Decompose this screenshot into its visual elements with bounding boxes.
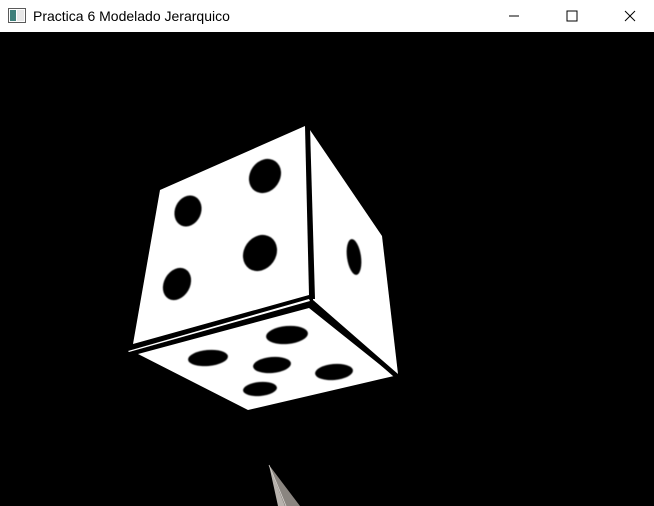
maximize-icon (566, 10, 578, 22)
opengl-viewport[interactable] (0, 32, 654, 506)
title-bar[interactable]: Practica 6 Modelado Jerarquico (0, 0, 654, 32)
render-scene (128, 126, 398, 506)
close-button[interactable] (607, 0, 653, 32)
close-icon (624, 10, 636, 22)
gray-pyramid-tip (268, 464, 300, 506)
window-title: Practica 6 Modelado Jerarquico (33, 8, 230, 24)
minimize-button[interactable] (491, 0, 537, 32)
die (128, 126, 398, 410)
minimize-icon (509, 15, 519, 17)
opengl-window-icon (8, 8, 26, 23)
app-window: Practica 6 Modelado Jerarquico (0, 0, 654, 506)
maximize-button[interactable] (549, 0, 595, 32)
